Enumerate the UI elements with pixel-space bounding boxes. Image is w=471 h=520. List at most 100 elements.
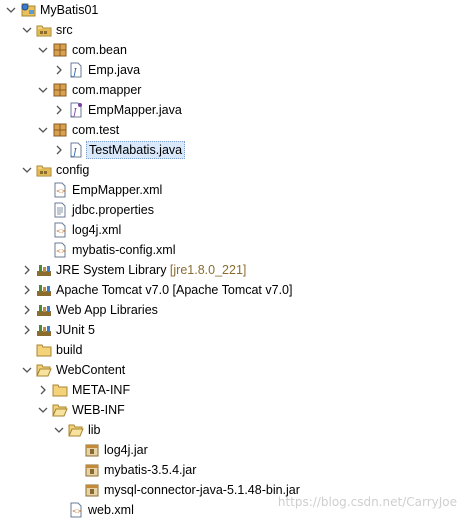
tree-item-text: Web App Libraries bbox=[56, 303, 158, 317]
chevron-right-icon[interactable] bbox=[22, 280, 32, 300]
library-icon bbox=[36, 300, 52, 320]
package-icon bbox=[52, 80, 68, 100]
tree-item-label: MyBatis01 bbox=[38, 1, 100, 19]
tree-item-label: log4j.jar bbox=[102, 441, 150, 459]
tree-item-label: build bbox=[54, 341, 84, 359]
tree-item-folder-web-inf[interactable]: WEB-INF bbox=[0, 400, 471, 420]
chevron-right-icon[interactable] bbox=[54, 100, 64, 120]
svg-text:<>: <> bbox=[56, 248, 66, 255]
tree-item-text: lib bbox=[88, 423, 101, 437]
tree-item-text: MyBatis01 bbox=[40, 3, 99, 17]
chevron-right-icon[interactable] bbox=[22, 320, 32, 340]
tree-item-file-mybatis-jar[interactable]: mybatis-3.5.4.jar bbox=[0, 460, 471, 480]
tree-item-file-empmapper-xml[interactable]: <> EmpMapper.xml bbox=[0, 180, 471, 200]
tree-item-label: com.mapper bbox=[70, 81, 143, 99]
tree-item-library-tomcat[interactable]: Apache Tomcat v7.0 [Apache Tomcat v7.0] bbox=[0, 280, 471, 300]
tree-item-label: web.xml bbox=[86, 501, 136, 519]
tree-item-label: META-INF bbox=[70, 381, 132, 399]
tree-item-text: EmpMapper.xml bbox=[72, 183, 163, 197]
tree-item-label: lib bbox=[86, 421, 103, 439]
tree-item-folder-webcontent[interactable]: WebContent bbox=[0, 360, 471, 380]
chevron-down-icon[interactable] bbox=[38, 400, 48, 420]
tree-item-file-testmabatis-java[interactable]: J TestMabatis.java bbox=[0, 140, 471, 160]
jar-file-icon bbox=[84, 460, 100, 480]
chevron-down-icon[interactable] bbox=[22, 20, 32, 40]
tree-item-text: META-INF bbox=[72, 383, 131, 397]
source-folder-icon bbox=[36, 160, 52, 180]
chevron-down-icon[interactable] bbox=[38, 120, 48, 140]
tree-item-file-jdbc-properties[interactable]: jdbc.properties bbox=[0, 200, 471, 220]
tree-item-label: WebContent bbox=[54, 361, 127, 379]
xml-file-icon: <> bbox=[52, 240, 68, 260]
java-file-icon: J bbox=[68, 60, 84, 80]
tree-item-package-com-bean[interactable]: com.bean bbox=[0, 40, 471, 60]
tree-item-text: src bbox=[56, 23, 73, 37]
tree-item-library-web-app[interactable]: Web App Libraries bbox=[0, 300, 471, 320]
tree-item-file-log4j-xml[interactable]: <> log4j.xml bbox=[0, 220, 471, 240]
tree-item-text: Emp.java bbox=[88, 63, 141, 77]
tree-item-text: jdbc.properties bbox=[72, 203, 154, 217]
tree-item-folder-meta-inf[interactable]: META-INF bbox=[0, 380, 471, 400]
chevron-down-icon[interactable] bbox=[22, 360, 32, 380]
library-icon bbox=[36, 280, 52, 300]
tree-item-text: build bbox=[56, 343, 83, 357]
tree-item-text: log4j.jar bbox=[104, 443, 148, 457]
tree-item-library-jre[interactable]: JRE System Library [jre1.8.0_221] bbox=[0, 260, 471, 280]
tree-item-folder-config[interactable]: config bbox=[0, 160, 471, 180]
tree-item-text: config bbox=[56, 163, 90, 177]
chevron-down-icon[interactable] bbox=[22, 160, 32, 180]
library-icon bbox=[36, 320, 52, 340]
chevron-right-icon[interactable] bbox=[54, 140, 64, 160]
tree-item-package-com-test[interactable]: com.test bbox=[0, 120, 471, 140]
tree-item-label: JRE System Library [jre1.8.0_221] bbox=[54, 261, 248, 279]
tree-item-text: WebContent bbox=[56, 363, 126, 377]
tree-item-decoration: [jre1.8.0_221] bbox=[166, 263, 247, 277]
tree-item-file-emp-java[interactable]: J Emp.java bbox=[0, 60, 471, 80]
xml-file-icon: <> bbox=[52, 180, 68, 200]
tree-item-text: com.mapper bbox=[72, 83, 142, 97]
chevron-down-icon[interactable] bbox=[38, 40, 48, 60]
tree-item-label: src bbox=[54, 21, 75, 39]
tree-item-label: WEB-INF bbox=[70, 401, 127, 419]
folder-icon bbox=[52, 380, 68, 400]
tree-item-file-mybatis-config-xml[interactable]: <> mybatis-config.xml bbox=[0, 240, 471, 260]
folder-open-icon bbox=[68, 420, 84, 440]
tree-item-label: jdbc.properties bbox=[70, 201, 156, 219]
chevron-right-icon[interactable] bbox=[38, 380, 48, 400]
tree-item-text: mysql-connector-java-5.1.48-bin.jar bbox=[104, 483, 300, 497]
tree-item-text: com.test bbox=[72, 123, 120, 137]
java-file-icon: J bbox=[68, 140, 84, 160]
chevron-down-icon[interactable] bbox=[6, 0, 16, 20]
tree-item-folder-lib[interactable]: lib bbox=[0, 420, 471, 440]
tree-item-label: JUnit 5 bbox=[54, 321, 97, 339]
svg-text:<>: <> bbox=[72, 508, 82, 515]
tree-item-label: Web App Libraries bbox=[54, 301, 160, 319]
chevron-right-icon[interactable] bbox=[22, 260, 32, 280]
tree-item-label: mybatis-config.xml bbox=[70, 241, 178, 259]
tree-item-folder-build[interactable]: build bbox=[0, 340, 471, 360]
chevron-right-icon[interactable] bbox=[22, 300, 32, 320]
tree-item-file-log4j-jar[interactable]: log4j.jar bbox=[0, 440, 471, 460]
folder-icon bbox=[36, 340, 52, 360]
project-icon bbox=[20, 0, 36, 20]
jar-file-icon bbox=[84, 480, 100, 500]
chevron-down-icon[interactable] bbox=[38, 80, 48, 100]
xml-file-icon: <> bbox=[68, 500, 84, 520]
tree-item-label: mybatis-3.5.4.jar bbox=[102, 461, 198, 479]
chevron-right-icon[interactable] bbox=[54, 60, 64, 80]
svg-text:<>: <> bbox=[56, 188, 66, 195]
tree-item-package-com-mapper[interactable]: com.mapper bbox=[0, 80, 471, 100]
tree-item-library-junit5[interactable]: JUnit 5 bbox=[0, 320, 471, 340]
tree-item-text: EmpMapper.java bbox=[88, 103, 182, 117]
tree-item-label: EmpMapper.java bbox=[86, 101, 184, 119]
svg-text:<>: <> bbox=[56, 228, 66, 235]
tree-item-text: JUnit 5 bbox=[56, 323, 95, 337]
tree-item-label: mysql-connector-java-5.1.48-bin.jar bbox=[102, 481, 302, 499]
tree-item-label: Apache Tomcat v7.0 [Apache Tomcat v7.0] bbox=[54, 281, 294, 299]
tree-item-label: com.bean bbox=[70, 41, 129, 59]
chevron-down-icon[interactable] bbox=[54, 420, 64, 440]
tree-item-text: web.xml bbox=[88, 503, 134, 517]
tree-item-folder-src[interactable]: src bbox=[0, 20, 471, 40]
tree-item-project-mybatis01[interactable]: MyBatis01 bbox=[0, 0, 471, 20]
tree-item-file-empmapper-java[interactable]: J EmpMapper.java bbox=[0, 100, 471, 120]
